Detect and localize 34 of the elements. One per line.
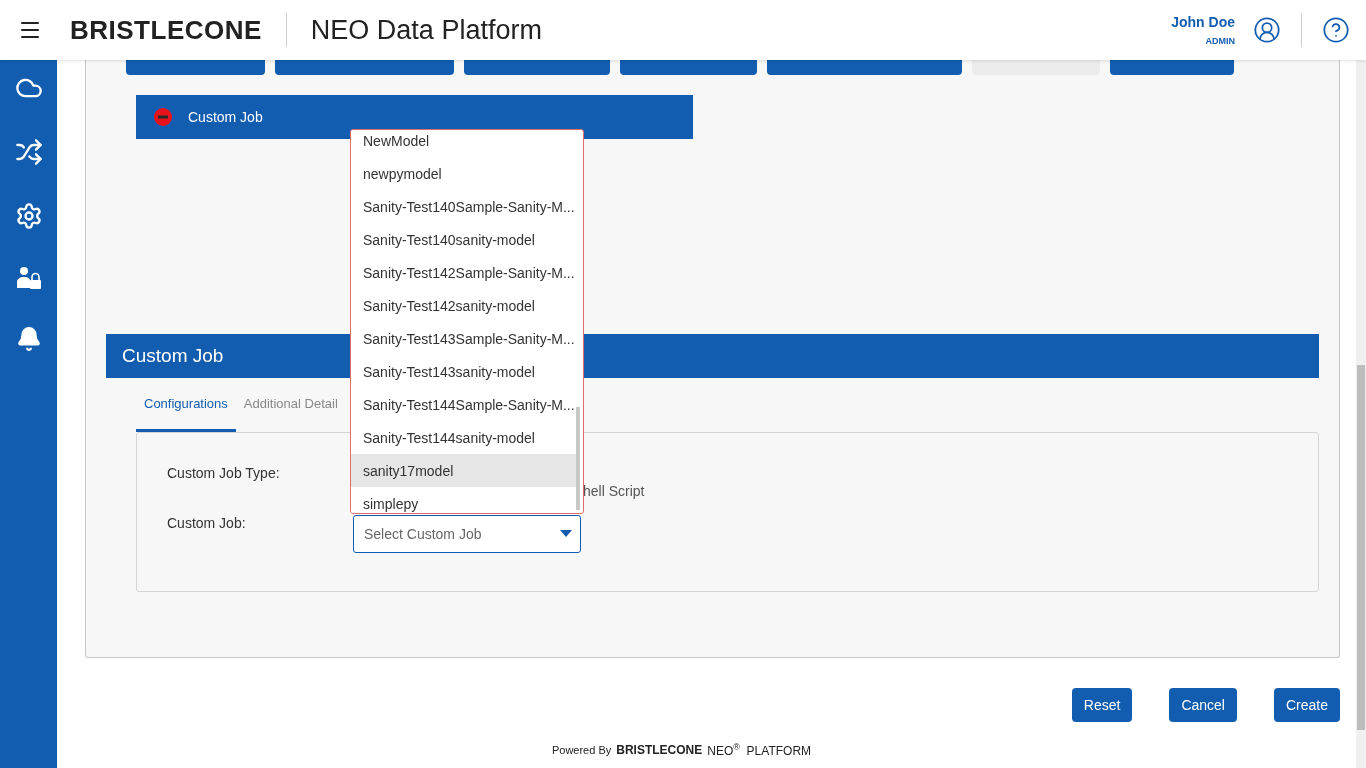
gear-icon[interactable] xyxy=(14,202,43,230)
footer-product: NEO$^{®}$ PLATFORM xyxy=(707,742,812,758)
footer-brand: BRISTLECONE xyxy=(616,743,703,757)
job-type-button[interactable] xyxy=(767,60,962,75)
custom-job-select[interactable]: Select Custom Job xyxy=(353,515,581,553)
bell-icon[interactable] xyxy=(15,326,42,352)
shuffle-icon[interactable] xyxy=(14,138,43,166)
user-role: ADMIN xyxy=(1205,36,1235,46)
job-type-button[interactable] xyxy=(275,60,454,75)
brand-logo: BRISTLECONE xyxy=(70,14,262,46)
stop-icon xyxy=(154,108,172,126)
help-icon[interactable] xyxy=(1322,16,1350,44)
action-button[interactable]: Reset xyxy=(1071,688,1133,722)
dropdown-option[interactable]: sanity17model xyxy=(351,454,577,487)
user-name: John Doe xyxy=(1171,14,1235,30)
action-button[interactable]: Create xyxy=(1273,688,1340,722)
field-label: Custom Job Type: xyxy=(167,465,281,481)
job-type-button[interactable] xyxy=(620,60,757,75)
app-title: NEO Data Platform xyxy=(310,14,542,46)
section-title: Custom Job xyxy=(122,345,224,367)
active-job-label: Custom Job xyxy=(188,109,263,125)
scrollbar-thumb[interactable] xyxy=(576,407,580,510)
user-lock-icon[interactable] xyxy=(15,266,42,290)
field-label: Custom Job: xyxy=(167,515,247,531)
tab[interactable]: Configurations xyxy=(136,378,236,432)
scrollbar-thumb[interactable] xyxy=(1357,365,1365,730)
caret-icon xyxy=(560,530,572,538)
action-button[interactable]: Cancel xyxy=(1169,688,1237,722)
radio-label[interactable]: hell Script xyxy=(583,483,645,499)
job-type-button[interactable] xyxy=(126,60,265,75)
powered-by-text: Powered By xyxy=(551,744,612,756)
user-icon[interactable] xyxy=(1253,16,1281,44)
job-type-button[interactable] xyxy=(464,60,610,75)
job-type-button[interactable] xyxy=(1110,60,1234,75)
